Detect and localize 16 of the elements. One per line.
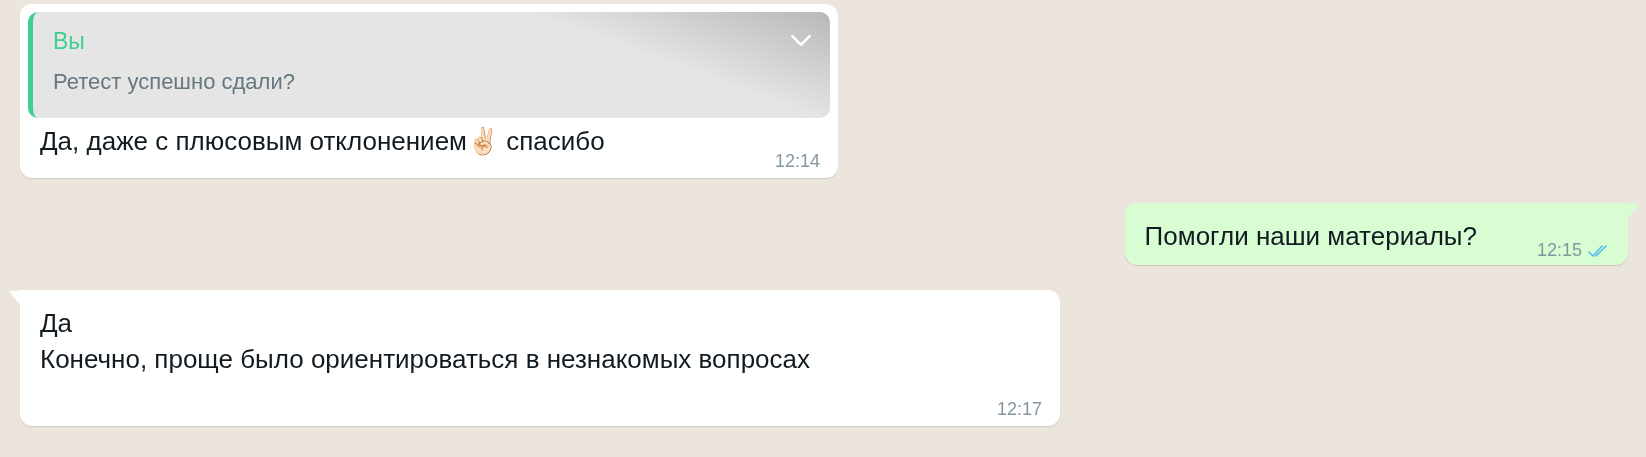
- message-bubble[interactable]: Вы Ретест успешно сдали? Да, даже с плюсовым отклонением✌🏻 спасибо 12:14: [20, 4, 838, 178]
- message-time: 12:14: [774, 151, 820, 172]
- message-time: 12:15: [1536, 240, 1582, 261]
- message-bubble[interactable]: Помогли наши материалы? 12:15: [1124, 203, 1628, 265]
- quote-text: Ретест успешно сдали?: [53, 69, 295, 95]
- bubble-tail: [1628, 203, 1639, 219]
- message-time: 12:17: [996, 399, 1042, 420]
- chevron-down-icon[interactable]: [790, 34, 812, 47]
- bubble-tail: [9, 290, 20, 306]
- quote-author: Вы: [53, 28, 85, 55]
- message-text: Конечно, проще было ориентироваться в незнакомых вопросах: [40, 344, 812, 374]
- message-bubble[interactable]: Да Конечно, проще было ориентироваться в незнакомых вопросах 12:17: [20, 290, 1060, 426]
- message-text: Да: [40, 308, 74, 338]
- message-text: Да, даже с плюсовым отклонением✌🏻 спасибо: [40, 126, 606, 156]
- quoted-message[interactable]: Вы Ретест успешно сдали?: [28, 12, 830, 118]
- message-text: Помогли наши материалы?: [1144, 221, 1477, 251]
